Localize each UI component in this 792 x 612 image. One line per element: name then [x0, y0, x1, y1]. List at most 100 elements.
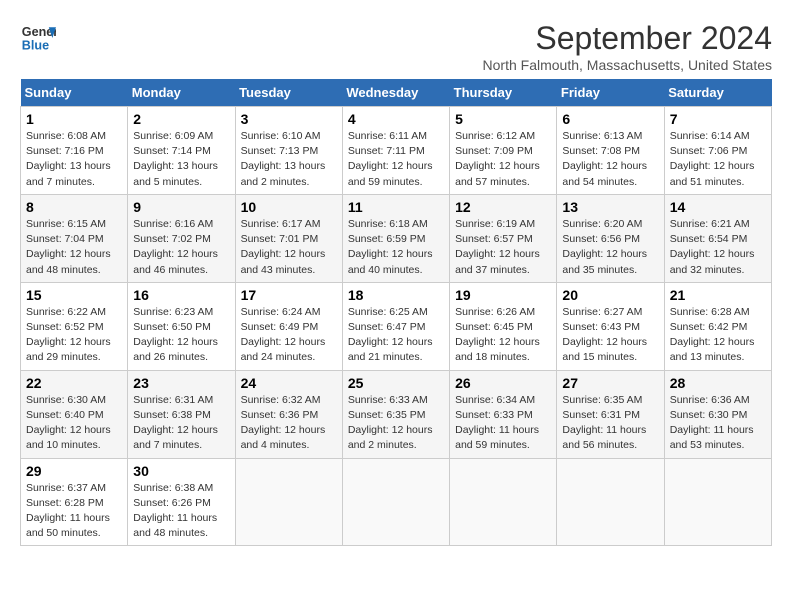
day-cell: 19 Sunrise: 6:26 AM Sunset: 6:45 PM Dayl… — [450, 282, 557, 370]
day-cell — [342, 458, 449, 546]
day-header-sunday: Sunday — [21, 79, 128, 107]
day-number: 28 — [670, 375, 766, 391]
day-cell: 12 Sunrise: 6:19 AM Sunset: 6:57 PM Dayl… — [450, 194, 557, 282]
day-number: 13 — [562, 199, 658, 215]
day-number: 3 — [241, 111, 337, 127]
day-info: Sunrise: 6:36 AM Sunset: 6:30 PM Dayligh… — [670, 393, 766, 454]
day-header-saturday: Saturday — [664, 79, 771, 107]
day-info: Sunrise: 6:28 AM Sunset: 6:42 PM Dayligh… — [670, 305, 766, 366]
day-info: Sunrise: 6:34 AM Sunset: 6:33 PM Dayligh… — [455, 393, 551, 454]
day-cell: 4 Sunrise: 6:11 AM Sunset: 7:11 PM Dayli… — [342, 107, 449, 195]
week-row-5: 29 Sunrise: 6:37 AM Sunset: 6:28 PM Dayl… — [21, 458, 772, 546]
day-info: Sunrise: 6:14 AM Sunset: 7:06 PM Dayligh… — [670, 129, 766, 190]
logo-icon: General Blue — [20, 20, 56, 56]
day-info: Sunrise: 6:25 AM Sunset: 6:47 PM Dayligh… — [348, 305, 444, 366]
day-info: Sunrise: 6:23 AM Sunset: 6:50 PM Dayligh… — [133, 305, 229, 366]
day-number: 1 — [26, 111, 122, 127]
day-cell: 1 Sunrise: 6:08 AM Sunset: 7:16 PM Dayli… — [21, 107, 128, 195]
day-info: Sunrise: 6:20 AM Sunset: 6:56 PM Dayligh… — [562, 217, 658, 278]
day-cell: 28 Sunrise: 6:36 AM Sunset: 6:30 PM Dayl… — [664, 370, 771, 458]
day-number: 8 — [26, 199, 122, 215]
day-cell: 7 Sunrise: 6:14 AM Sunset: 7:06 PM Dayli… — [664, 107, 771, 195]
day-cell: 11 Sunrise: 6:18 AM Sunset: 6:59 PM Dayl… — [342, 194, 449, 282]
day-info: Sunrise: 6:22 AM Sunset: 6:52 PM Dayligh… — [26, 305, 122, 366]
day-cell: 2 Sunrise: 6:09 AM Sunset: 7:14 PM Dayli… — [128, 107, 235, 195]
day-number: 24 — [241, 375, 337, 391]
header-area: General Blue September 2024 North Falmou… — [20, 20, 772, 73]
day-cell: 18 Sunrise: 6:25 AM Sunset: 6:47 PM Dayl… — [342, 282, 449, 370]
week-row-2: 8 Sunrise: 6:15 AM Sunset: 7:04 PM Dayli… — [21, 194, 772, 282]
svg-text:Blue: Blue — [22, 39, 49, 53]
day-header-tuesday: Tuesday — [235, 79, 342, 107]
day-cell: 26 Sunrise: 6:34 AM Sunset: 6:33 PM Dayl… — [450, 370, 557, 458]
day-number: 19 — [455, 287, 551, 303]
day-info: Sunrise: 6:18 AM Sunset: 6:59 PM Dayligh… — [348, 217, 444, 278]
day-number: 4 — [348, 111, 444, 127]
day-info: Sunrise: 6:27 AM Sunset: 6:43 PM Dayligh… — [562, 305, 658, 366]
day-info: Sunrise: 6:09 AM Sunset: 7:14 PM Dayligh… — [133, 129, 229, 190]
day-info: Sunrise: 6:13 AM Sunset: 7:08 PM Dayligh… — [562, 129, 658, 190]
day-number: 11 — [348, 199, 444, 215]
day-cell — [664, 458, 771, 546]
day-info: Sunrise: 6:17 AM Sunset: 7:01 PM Dayligh… — [241, 217, 337, 278]
day-info: Sunrise: 6:16 AM Sunset: 7:02 PM Dayligh… — [133, 217, 229, 278]
day-cell: 17 Sunrise: 6:24 AM Sunset: 6:49 PM Dayl… — [235, 282, 342, 370]
title-area: September 2024 North Falmouth, Massachus… — [483, 20, 772, 73]
day-info: Sunrise: 6:15 AM Sunset: 7:04 PM Dayligh… — [26, 217, 122, 278]
day-info: Sunrise: 6:12 AM Sunset: 7:09 PM Dayligh… — [455, 129, 551, 190]
day-cell — [557, 458, 664, 546]
day-header-wednesday: Wednesday — [342, 79, 449, 107]
day-info: Sunrise: 6:37 AM Sunset: 6:28 PM Dayligh… — [26, 481, 122, 542]
day-number: 9 — [133, 199, 229, 215]
day-info: Sunrise: 6:31 AM Sunset: 6:38 PM Dayligh… — [133, 393, 229, 454]
header-row: SundayMondayTuesdayWednesdayThursdayFrid… — [21, 79, 772, 107]
day-info: Sunrise: 6:19 AM Sunset: 6:57 PM Dayligh… — [455, 217, 551, 278]
day-info: Sunrise: 6:26 AM Sunset: 6:45 PM Dayligh… — [455, 305, 551, 366]
week-row-1: 1 Sunrise: 6:08 AM Sunset: 7:16 PM Dayli… — [21, 107, 772, 195]
day-cell: 10 Sunrise: 6:17 AM Sunset: 7:01 PM Dayl… — [235, 194, 342, 282]
day-number: 26 — [455, 375, 551, 391]
day-info: Sunrise: 6:21 AM Sunset: 6:54 PM Dayligh… — [670, 217, 766, 278]
day-cell: 16 Sunrise: 6:23 AM Sunset: 6:50 PM Dayl… — [128, 282, 235, 370]
day-number: 20 — [562, 287, 658, 303]
main-title: September 2024 — [483, 20, 772, 57]
day-cell: 23 Sunrise: 6:31 AM Sunset: 6:38 PM Dayl… — [128, 370, 235, 458]
logo: General Blue — [20, 20, 56, 56]
day-info: Sunrise: 6:35 AM Sunset: 6:31 PM Dayligh… — [562, 393, 658, 454]
day-cell: 27 Sunrise: 6:35 AM Sunset: 6:31 PM Dayl… — [557, 370, 664, 458]
day-cell — [235, 458, 342, 546]
day-cell: 22 Sunrise: 6:30 AM Sunset: 6:40 PM Dayl… — [21, 370, 128, 458]
day-number: 23 — [133, 375, 229, 391]
day-cell: 25 Sunrise: 6:33 AM Sunset: 6:35 PM Dayl… — [342, 370, 449, 458]
day-number: 16 — [133, 287, 229, 303]
day-info: Sunrise: 6:24 AM Sunset: 6:49 PM Dayligh… — [241, 305, 337, 366]
subtitle: North Falmouth, Massachusetts, United St… — [483, 57, 772, 73]
day-cell: 14 Sunrise: 6:21 AM Sunset: 6:54 PM Dayl… — [664, 194, 771, 282]
day-number: 17 — [241, 287, 337, 303]
day-header-friday: Friday — [557, 79, 664, 107]
day-number: 15 — [26, 287, 122, 303]
calendar-table: SundayMondayTuesdayWednesdayThursdayFrid… — [20, 79, 772, 546]
day-info: Sunrise: 6:32 AM Sunset: 6:36 PM Dayligh… — [241, 393, 337, 454]
day-cell: 6 Sunrise: 6:13 AM Sunset: 7:08 PM Dayli… — [557, 107, 664, 195]
day-cell: 30 Sunrise: 6:38 AM Sunset: 6:26 PM Dayl… — [128, 458, 235, 546]
day-info: Sunrise: 6:11 AM Sunset: 7:11 PM Dayligh… — [348, 129, 444, 190]
day-info: Sunrise: 6:33 AM Sunset: 6:35 PM Dayligh… — [348, 393, 444, 454]
day-header-monday: Monday — [128, 79, 235, 107]
day-cell: 24 Sunrise: 6:32 AM Sunset: 6:36 PM Dayl… — [235, 370, 342, 458]
day-number: 14 — [670, 199, 766, 215]
day-cell: 21 Sunrise: 6:28 AM Sunset: 6:42 PM Dayl… — [664, 282, 771, 370]
day-cell: 20 Sunrise: 6:27 AM Sunset: 6:43 PM Dayl… — [557, 282, 664, 370]
day-number: 10 — [241, 199, 337, 215]
day-cell: 13 Sunrise: 6:20 AM Sunset: 6:56 PM Dayl… — [557, 194, 664, 282]
week-row-4: 22 Sunrise: 6:30 AM Sunset: 6:40 PM Dayl… — [21, 370, 772, 458]
day-number: 27 — [562, 375, 658, 391]
day-number: 29 — [26, 463, 122, 479]
day-info: Sunrise: 6:38 AM Sunset: 6:26 PM Dayligh… — [133, 481, 229, 542]
day-info: Sunrise: 6:30 AM Sunset: 6:40 PM Dayligh… — [26, 393, 122, 454]
day-number: 6 — [562, 111, 658, 127]
day-cell: 3 Sunrise: 6:10 AM Sunset: 7:13 PM Dayli… — [235, 107, 342, 195]
day-number: 2 — [133, 111, 229, 127]
day-number: 5 — [455, 111, 551, 127]
day-number: 22 — [26, 375, 122, 391]
